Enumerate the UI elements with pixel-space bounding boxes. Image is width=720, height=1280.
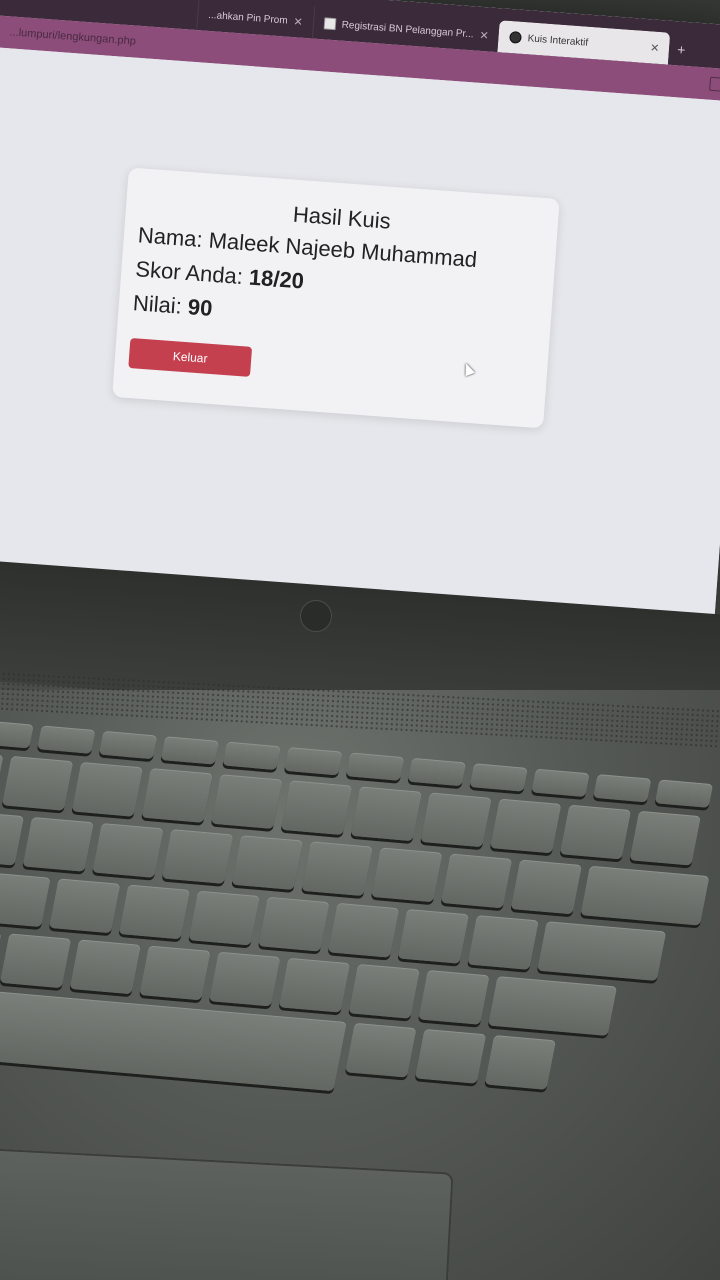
grade-value: 90	[187, 294, 214, 321]
key[interactable]	[629, 810, 701, 866]
key[interactable]	[327, 902, 400, 958]
close-icon[interactable]: ✕	[479, 28, 489, 42]
photo: ...ahkan Pin Prom ✕ Registrasi BN Pelang…	[0, 0, 720, 1280]
key[interactable]	[345, 752, 405, 781]
key[interactable]	[345, 1022, 417, 1078]
hp-logo-icon	[300, 600, 332, 632]
laptop-screen: ...ahkan Pin Prom ✕ Registrasi BN Pelang…	[0, 0, 720, 636]
key[interactable]	[0, 933, 72, 989]
key[interactable]	[487, 976, 618, 1036]
key[interactable]	[420, 792, 492, 848]
extension-icon[interactable]	[709, 76, 720, 92]
key[interactable]	[71, 761, 144, 817]
key[interactable]	[0, 810, 25, 866]
key[interactable]	[467, 915, 539, 970]
close-icon[interactable]: ✕	[650, 41, 660, 55]
globe-icon	[509, 30, 523, 44]
close-icon[interactable]: ✕	[293, 15, 303, 29]
key[interactable]	[188, 890, 260, 946]
key[interactable]	[258, 896, 330, 952]
key[interactable]	[69, 939, 141, 995]
key[interactable]	[98, 730, 158, 760]
key[interactable]	[348, 963, 420, 1019]
key[interactable]	[118, 884, 191, 940]
key[interactable]	[280, 780, 353, 836]
key[interactable]	[231, 835, 304, 890]
new-tab-icon[interactable]: +	[668, 41, 694, 67]
keyboard-keys	[0, 720, 720, 1131]
key[interactable]	[222, 741, 281, 771]
logout-button[interactable]: Keluar	[128, 338, 253, 377]
key[interactable]	[531, 768, 590, 798]
key[interactable]	[350, 786, 422, 842]
tab-label: Registrasi BN Pelanggan Pr...	[341, 19, 475, 40]
page-content: Hasil Kuis Nama: Maleek Najeeb Muhammad …	[0, 45, 720, 636]
result-card: Hasil Kuis Nama: Maleek Najeeb Muhammad …	[112, 167, 560, 429]
key[interactable]	[484, 1035, 556, 1090]
key[interactable]	[301, 841, 373, 897]
key[interactable]	[407, 757, 467, 787]
key[interactable]	[414, 1028, 487, 1084]
key[interactable]	[580, 865, 710, 926]
key[interactable]	[559, 804, 632, 860]
key[interactable]	[49, 878, 121, 934]
key[interactable]	[654, 779, 714, 808]
score-label: Skor Anda:	[134, 256, 244, 290]
key[interactable]	[37, 725, 96, 754]
key[interactable]	[284, 747, 343, 776]
document-icon	[323, 17, 337, 31]
key[interactable]	[418, 969, 490, 1025]
score-value: 18/20	[248, 264, 305, 294]
key[interactable]	[278, 957, 351, 1013]
key[interactable]	[469, 763, 528, 792]
key[interactable]	[1, 755, 74, 811]
key[interactable]	[0, 720, 34, 749]
key[interactable]	[397, 908, 470, 964]
url-text: ...lumpuri/lengkungan.php	[9, 26, 137, 48]
key[interactable]	[537, 921, 667, 981]
name-label: Nama:	[137, 222, 204, 252]
key[interactable]	[161, 829, 234, 884]
tab-label: ...ahkan Pin Prom	[207, 9, 289, 27]
key[interactable]	[209, 951, 281, 1007]
key[interactable]	[593, 774, 652, 803]
key[interactable]	[160, 736, 220, 765]
key[interactable]	[139, 945, 211, 1001]
key[interactable]	[490, 798, 562, 854]
mouse-cursor-icon	[461, 361, 475, 377]
key[interactable]	[0, 872, 51, 928]
key[interactable]	[371, 847, 443, 903]
key[interactable]	[440, 853, 513, 909]
grade-label: Nilai:	[132, 290, 183, 319]
tab-label: Kuis Interaktif	[527, 32, 589, 49]
key[interactable]	[211, 774, 283, 829]
key[interactable]	[22, 816, 94, 872]
key[interactable]	[510, 859, 582, 915]
key[interactable]	[141, 768, 213, 823]
key[interactable]	[92, 823, 164, 878]
